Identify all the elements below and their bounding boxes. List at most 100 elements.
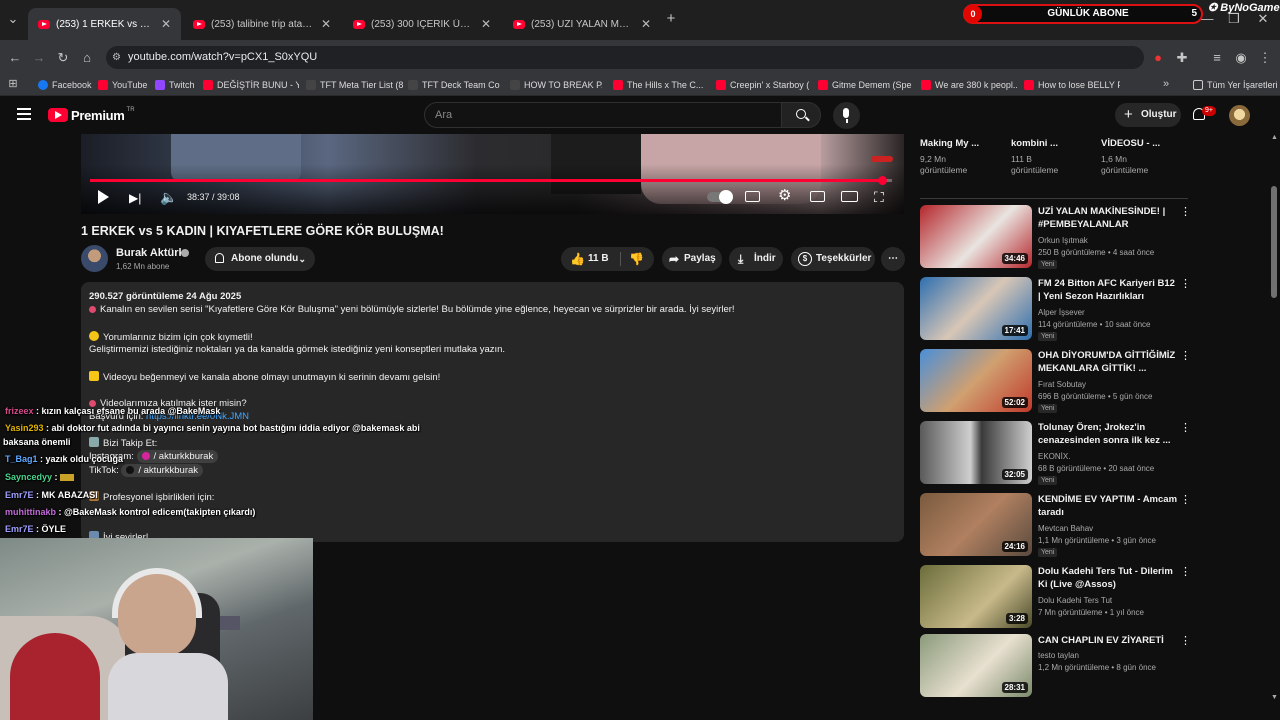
video-thumbnail[interactable]: 3:28 [920,565,1032,628]
video-channel[interactable]: EKONİX. [1038,452,1070,461]
dislike-button[interactable]: 👎 [621,247,654,271]
browser-tab-1[interactable]: (253) 1 ERKEK vs 5 KADIN | KIYAFETLERE G… [28,8,181,40]
bookmark-item[interactable]: Creepin' x Starboy (... [716,77,810,93]
search-input[interactable]: Ara [424,102,782,128]
close-icon[interactable]: ✕ [641,17,651,31]
bookmark-item[interactable]: Facebook [38,77,98,93]
browser-tab-2[interactable]: (253) talibine trip atan mustafa ✕ [183,8,341,40]
bookmark-item[interactable]: DEĞİŞTİR BUNU - Y... [203,77,299,93]
extensions-puzzle-icon[interactable]: ✚ [1175,51,1189,65]
video-channel[interactable]: Alper İşsever [1038,308,1085,317]
progress-scrubber[interactable] [877,176,887,185]
all-bookmarks-folder[interactable]: Tüm Yer İşaretleri [1193,77,1278,93]
sidebar-partial-item[interactable]: kombini ... 111 B görüntüleme [1011,134,1097,175]
fullscreen-icon[interactable]: ⛶ [874,190,884,204]
bookmark-item[interactable]: HOW TO BREAK PA... [510,77,602,93]
settings-gear-icon[interactable]: ⚙ [778,188,791,203]
bookmark-item[interactable]: How to lose BELLY F... [1024,77,1120,93]
tiktok-link[interactable]: / akturkkburak [121,464,204,477]
video-channel[interactable]: Orkun Işıtmak [1038,236,1088,245]
sidebar-video-item[interactable]: 32:05 Tolunay Ören; Jrokez'in cenazesind… [920,421,1191,487]
more-vertical-icon[interactable]: ⋮ [1180,565,1191,578]
more-actions-button[interactable]: ⋯ [881,247,905,271]
scroll-up-icon[interactable]: ▲ [1271,134,1278,141]
instagram-link[interactable]: / akturkkburak [136,450,219,463]
bookmark-item[interactable]: The Hills x The C... [613,77,707,93]
bookmark-item[interactable]: TFT Meta Tier List (8... [306,77,404,93]
home-icon[interactable]: ⌂ [80,51,94,65]
sidebar-video-item[interactable]: 3:28 Dolu Kadehi Ters Tut - Dilerim Ki (… [920,565,1191,631]
address-bar[interactable]: ⚙ youtube.com/watch?v=pCX1_S0xYQU [106,46,1144,69]
channel-name[interactable]: Burak Aktürk [116,247,185,259]
theater-mode-icon[interactable] [841,191,858,202]
bookmark-item[interactable]: Gitme Demem (Spe... [818,77,912,93]
more-vertical-icon[interactable]: ⋮ [1180,493,1191,506]
video-channel[interactable]: Mevtcan Bahav [1038,524,1093,533]
voice-search-button[interactable] [833,102,860,129]
miniplayer-icon[interactable] [810,191,825,202]
browser-tab-4[interactable]: (253) UZİ YALAN MAKİNESİNDE! ✕ [503,8,661,40]
site-info-icon[interactable]: ⚙ [112,46,121,69]
video-thumbnail[interactable]: 28:31 [920,634,1032,697]
close-window-icon[interactable]: ✕ [1256,12,1270,26]
video-channel[interactable]: testo taylan [1038,651,1079,660]
new-tab-button[interactable]: + [664,11,678,26]
bookmark-item[interactable]: TFT Deck Team Com... [408,77,500,93]
download-button[interactable]: ⤓ İndir [729,247,783,271]
more-vertical-icon[interactable]: ⋮ [1180,349,1191,362]
video-thumbnail[interactable]: 34:46 [920,205,1032,268]
video-thumbnail[interactable]: 24:16 [920,493,1032,556]
sidebar-video-item[interactable]: 28:31 CAN CHAPLIN EV ZİYARETİ testo tayl… [920,634,1191,700]
more-vertical-icon[interactable]: ⋮ [1180,421,1191,434]
forward-icon[interactable]: → [32,51,46,65]
sidebar-video-item[interactable]: 17:41 FM 24 Bitton AFC Kariyeri B12 | Ye… [920,277,1191,343]
share-button[interactable]: ➦ Paylaş [662,247,722,271]
volume-icon[interactable]: 🔈 [160,190,177,204]
menu-icon[interactable]: ⋮ [1258,51,1272,65]
account-avatar[interactable] [1229,105,1250,126]
hamburger-menu-icon[interactable] [17,108,31,120]
more-bookmarks-icon[interactable]: » [1160,77,1172,91]
play-icon[interactable] [98,190,109,204]
bookmark-item[interactable]: Twitch [155,77,200,93]
media-controls-icon[interactable]: ≡ [1210,51,1224,65]
thanks-button[interactable]: $ Teşekkürler [791,247,875,271]
more-vertical-icon[interactable]: ⋮ [1180,277,1191,290]
bookmark-item[interactable]: YouTube [98,77,153,93]
sidebar-partial-item[interactable]: VİDEOSU - ... 1,6 Mn görüntüleme [1101,134,1187,175]
like-button[interactable]: 👍 11 B [561,247,619,271]
more-vertical-icon[interactable]: ⋮ [1180,634,1191,647]
restore-icon[interactable]: ❐ [1227,12,1241,26]
close-icon[interactable]: ✕ [321,17,331,31]
video-thumbnail[interactable]: 17:41 [920,277,1032,340]
scroll-down-icon[interactable]: ▼ [1271,694,1278,701]
profile-icon[interactable]: ◉ [1234,51,1248,65]
more-vertical-icon[interactable]: ⋮ [1180,205,1191,218]
next-icon[interactable]: ▶| [129,191,141,205]
subtitles-icon[interactable] [745,191,760,202]
channel-avatar[interactable] [81,245,108,272]
close-icon[interactable]: ✕ [481,17,491,31]
extension-icon[interactable]: ● [1151,51,1165,65]
video-thumbnail[interactable]: 52:02 [920,349,1032,412]
sidebar-video-item[interactable]: 52:02 OHA DİYORUM'DA GİTTİĞİMİZ MEKANLAR… [920,349,1191,415]
autoplay-toggle[interactable] [707,190,733,204]
subscribed-button[interactable]: Abone olundu ⌄ [205,247,315,271]
page-scrollbar[interactable] [1271,186,1277,298]
sidebar-video-item[interactable]: 24:16 KENDİME EV YAPTIM - Amcam taradı M… [920,493,1191,559]
reload-icon[interactable]: ↻ [56,51,70,65]
video-channel[interactable]: Dolu Kadehi Ters Tut [1038,596,1112,605]
tab-search-icon[interactable]: ⌄ [6,12,20,26]
back-icon[interactable]: ← [8,51,22,65]
sidebar-partial-item[interactable]: Making My ... 9,2 Mn görüntüleme [920,134,1006,175]
youtube-logo[interactable]: Premium TR [48,107,135,123]
browser-tab-3[interactable]: (253) 300 İÇERİK ÜRETİCİSİNİ KAPATTIM ✕ [343,8,501,40]
close-icon[interactable]: ✕ [161,17,171,31]
sidebar-video-item[interactable]: 34:46 UZİ YALAN MAKİNESİNDE! | #PEMBEYAL… [920,205,1191,271]
apps-grid-icon[interactable]: ⊞ [7,77,19,91]
video-thumbnail[interactable]: 32:05 [920,421,1032,484]
bookmark-item[interactable]: We are 380 k peopl... [921,77,1017,93]
search-button[interactable] [781,102,821,128]
create-button[interactable]: + Oluştur [1115,103,1181,127]
video-channel[interactable]: Fırat Sobutay [1038,380,1086,389]
